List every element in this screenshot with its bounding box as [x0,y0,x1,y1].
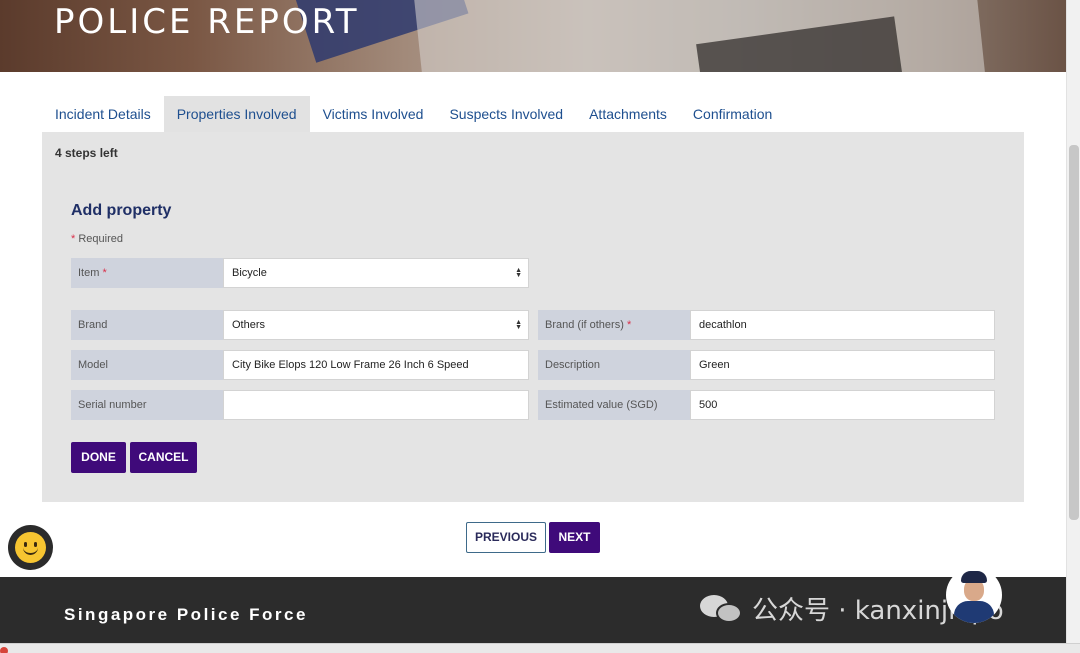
tab-victims-involved[interactable]: Victims Involved [310,96,437,132]
tab-incident-details[interactable]: Incident Details [42,96,164,132]
required-star: * [71,233,76,245]
item-select-value: Bicycle [232,267,267,279]
tab-properties-involved[interactable]: Properties Involved [163,96,310,132]
model-input[interactable]: City Bike Elops 120 Low Frame 26 Inch 6 … [223,350,529,380]
tab-confirmation[interactable]: Confirmation [680,96,785,132]
smiley-chat-icon[interactable] [8,525,53,570]
brand-select-value: Others [232,319,266,331]
smiley-face [15,532,46,563]
police-officer-avatar [946,567,1002,623]
form-panel: 4 steps left Add property * Required Ite… [42,132,1024,502]
brand-label: Brand [71,310,223,340]
brand-other-label-text: Brand (if others) [545,319,624,331]
estimated-value-field: Estimated value (SGD) 500 [538,390,995,420]
brand-field: Brand Others ▲ ▼ [71,310,529,340]
model-field: Model City Bike Elops 120 Low Frame 26 I… [71,350,529,380]
tab-suspects-involved[interactable]: Suspects Involved [436,96,576,132]
estimated-value-label: Estimated value (SGD) [538,390,690,420]
page-title: POLICE REPORT [54,2,360,42]
brand-other-input[interactable]: decathlon [690,310,995,340]
steps-left-indicator: 4 steps left [55,146,118,160]
description-input[interactable]: Green [690,350,995,380]
required-star: * [102,267,107,279]
footer-title: Singapore Police Force [64,605,308,624]
previous-button[interactable]: PREVIOUS [466,522,546,553]
next-button[interactable]: NEXT [549,522,600,553]
smiley-mouth [23,547,38,555]
up-down-arrows-icon: ▲ ▼ [515,319,522,331]
cancel-button[interactable]: CANCEL [130,442,197,473]
scrollbar-thumb[interactable] [1069,145,1079,520]
required-note: * Required [71,233,123,245]
up-down-arrows-icon: ▲ ▼ [515,267,522,279]
hero-banner: POLICE REPORT [0,0,1066,72]
description-label: Description [538,350,690,380]
required-note-text: Required [78,233,123,245]
description-field: Description Green [538,350,995,380]
serial-number-field: Serial number [71,390,529,420]
serial-number-input[interactable] [223,390,529,420]
page-scrollbar[interactable] [1066,0,1080,643]
status-dot-icon [0,647,8,653]
bottom-bar [0,643,1080,653]
brand-select[interactable]: Others ▲ ▼ [223,310,529,340]
wechat-icon [700,593,744,625]
brand-other-label: Brand (if others) * [538,310,690,340]
step-tabs: Incident Details Properties Involved Vic… [42,96,785,132]
model-label: Model [71,350,223,380]
item-label-text: Item [78,267,100,279]
serial-number-label: Serial number [71,390,223,420]
done-button[interactable]: DONE [71,442,126,473]
item-select[interactable]: Bicycle ▲ ▼ [223,258,529,288]
item-label: Item * [71,258,223,288]
tab-attachments[interactable]: Attachments [576,96,680,132]
brand-other-field: Brand (if others) * decathlon [538,310,995,340]
required-star: * [626,319,632,331]
item-field: Item * Bicycle ▲ ▼ [71,258,529,288]
section-title: Add property [71,202,172,219]
estimated-value-input[interactable]: 500 [690,390,995,420]
